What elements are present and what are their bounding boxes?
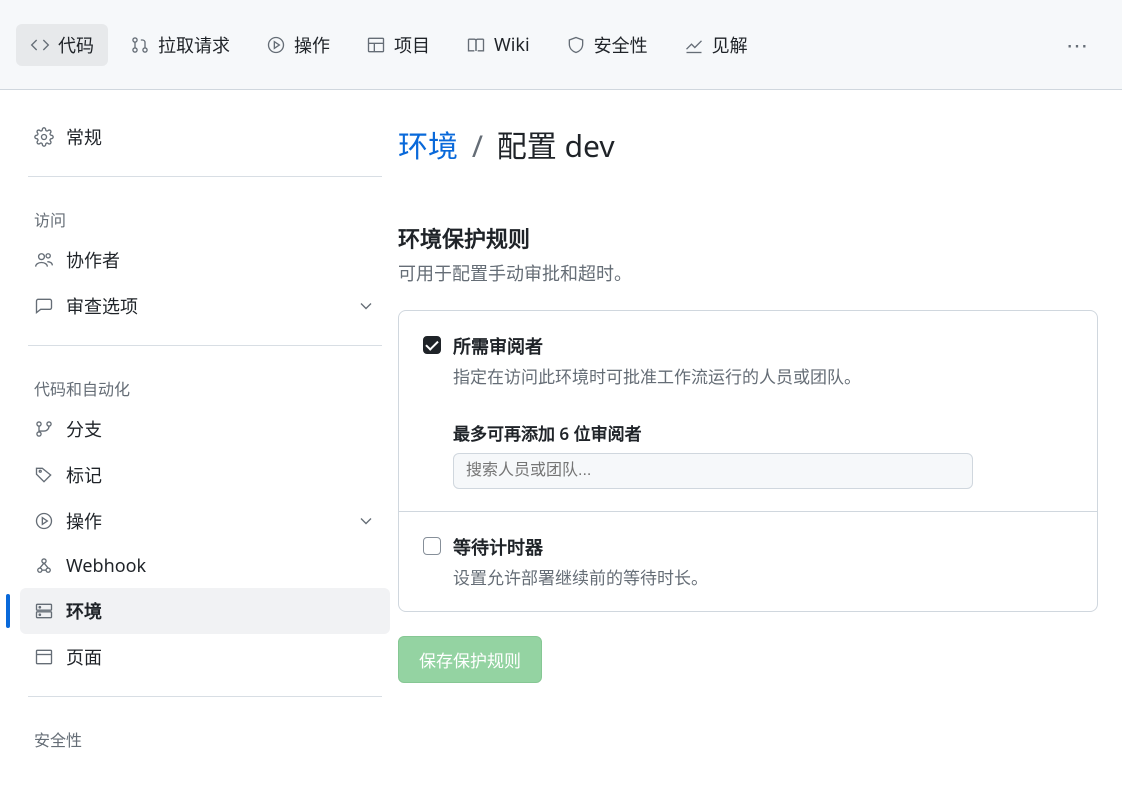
sidebar-item-environments[interactable]: 环境 bbox=[20, 588, 390, 634]
sidebar-item-actions[interactable]: 操作 bbox=[20, 498, 390, 544]
browser-icon bbox=[34, 647, 54, 667]
rule-wait-timer: 等待计时器 设置允许部署继续前的等待时长。 bbox=[399, 512, 1097, 611]
breadcrumb-current: 配置 dev bbox=[497, 125, 615, 166]
play-circle-icon bbox=[34, 511, 54, 531]
sidebar-item-moderation[interactable]: 审查选项 bbox=[20, 283, 390, 329]
sidebar-item-label: 审查选项 bbox=[66, 293, 138, 319]
code-icon bbox=[30, 35, 50, 55]
divider bbox=[28, 176, 382, 177]
shield-icon bbox=[566, 35, 586, 55]
top-nav-tabs: 代码 拉取请求 操作 项目 Wiki 安全性 见解 bbox=[16, 24, 762, 66]
reviewer-search-input[interactable] bbox=[453, 453, 973, 489]
tab-label: 安全性 bbox=[594, 32, 648, 58]
breadcrumb-root-link[interactable]: 环境 bbox=[398, 125, 458, 166]
tab-label: 代码 bbox=[58, 32, 94, 58]
chevron-down-icon bbox=[356, 511, 376, 531]
divider bbox=[28, 345, 382, 346]
protection-rules-box: 所需审阅者 指定在访问此环境时可批准工作流运行的人员或团队。 最多可再添加 6 … bbox=[398, 310, 1098, 612]
sidebar-item-label: 标记 bbox=[66, 462, 102, 488]
sidebar-item-branches[interactable]: 分支 bbox=[20, 406, 390, 452]
tab-code[interactable]: 代码 bbox=[16, 24, 108, 66]
sidebar-item-label: Webhook bbox=[66, 554, 146, 578]
branch-icon bbox=[34, 419, 54, 439]
tag-icon bbox=[34, 465, 54, 485]
git-pull-icon bbox=[130, 35, 150, 55]
play-circle-icon bbox=[266, 35, 286, 55]
tab-label: Wiki bbox=[494, 33, 530, 57]
sidebar-group-code: 代码和自动化 bbox=[20, 362, 390, 406]
sidebar-item-label: 常规 bbox=[66, 124, 102, 150]
sidebar-item-label: 页面 bbox=[66, 644, 102, 670]
tab-label: 操作 bbox=[294, 32, 330, 58]
tab-label: 项目 bbox=[394, 32, 430, 58]
gear-icon bbox=[34, 127, 54, 147]
sidebar-item-general[interactable]: 常规 bbox=[20, 114, 390, 160]
save-protection-rules-button[interactable]: 保存保护规则 bbox=[398, 636, 542, 683]
sidebar-item-webhooks[interactable]: Webhook bbox=[20, 544, 390, 588]
rule-label: 所需审阅者 bbox=[453, 333, 861, 359]
tab-actions[interactable]: 操作 bbox=[252, 24, 344, 66]
webhook-icon bbox=[34, 556, 54, 576]
more-button[interactable]: ⋯ bbox=[1056, 24, 1098, 66]
tab-security[interactable]: 安全性 bbox=[552, 24, 662, 66]
people-icon bbox=[34, 250, 54, 270]
main-content: 环境 / 配置 dev 环境保护规则 可用于配置手动审批和超时。 所需审阅者 指… bbox=[398, 90, 1122, 786]
project-icon bbox=[366, 35, 386, 55]
section-title: 环境保护规则 bbox=[398, 222, 1098, 254]
server-icon bbox=[34, 601, 54, 621]
tab-label: 拉取请求 bbox=[158, 32, 230, 58]
comment-icon bbox=[34, 296, 54, 316]
breadcrumb-separator: / bbox=[472, 125, 483, 166]
sidebar-item-collaborators[interactable]: 协作者 bbox=[20, 237, 390, 283]
rule-required-reviewers: 所需审阅者 指定在访问此环境时可批准工作流运行的人员或团队。 最多可再添加 6 … bbox=[399, 311, 1097, 512]
chevron-down-icon bbox=[356, 296, 376, 316]
rule-description: 指定在访问此环境时可批准工作流运行的人员或团队。 bbox=[453, 363, 861, 388]
tab-wiki[interactable]: Wiki bbox=[452, 25, 544, 65]
sidebar-item-label: 协作者 bbox=[66, 247, 120, 273]
graph-icon bbox=[684, 35, 704, 55]
rule-description: 设置允许部署继续前的等待时长。 bbox=[453, 564, 708, 589]
tab-pull-requests[interactable]: 拉取请求 bbox=[116, 24, 244, 66]
sidebar-item-label: 操作 bbox=[66, 508, 102, 534]
reviewers-sublabel: 最多可再添加 6 位审阅者 bbox=[453, 420, 1073, 445]
sidebar-item-tags[interactable]: 标记 bbox=[20, 452, 390, 498]
top-nav: 代码 拉取请求 操作 项目 Wiki 安全性 见解 ⋯ bbox=[0, 0, 1122, 90]
sidebar-group-access: 访问 bbox=[20, 193, 390, 237]
settings-sidebar: 常规 访问 协作者 审查选项 代码和自动化 分支 标记 操作 bbox=[0, 90, 398, 786]
sidebar-group-security: 安全性 bbox=[20, 713, 390, 757]
tab-label: 见解 bbox=[712, 32, 748, 58]
book-icon bbox=[466, 35, 486, 55]
section-description: 可用于配置手动审批和超时。 bbox=[398, 260, 1098, 286]
sidebar-item-label: 分支 bbox=[66, 416, 102, 442]
divider bbox=[28, 696, 382, 697]
required-reviewers-checkbox[interactable] bbox=[423, 336, 441, 354]
sidebar-item-label: 环境 bbox=[66, 598, 102, 624]
rule-label: 等待计时器 bbox=[453, 534, 708, 560]
sidebar-item-pages[interactable]: 页面 bbox=[20, 634, 390, 680]
wait-timer-checkbox[interactable] bbox=[423, 537, 441, 555]
breadcrumb: 环境 / 配置 dev bbox=[398, 122, 1098, 166]
tab-projects[interactable]: 项目 bbox=[352, 24, 444, 66]
tab-insights[interactable]: 见解 bbox=[670, 24, 762, 66]
